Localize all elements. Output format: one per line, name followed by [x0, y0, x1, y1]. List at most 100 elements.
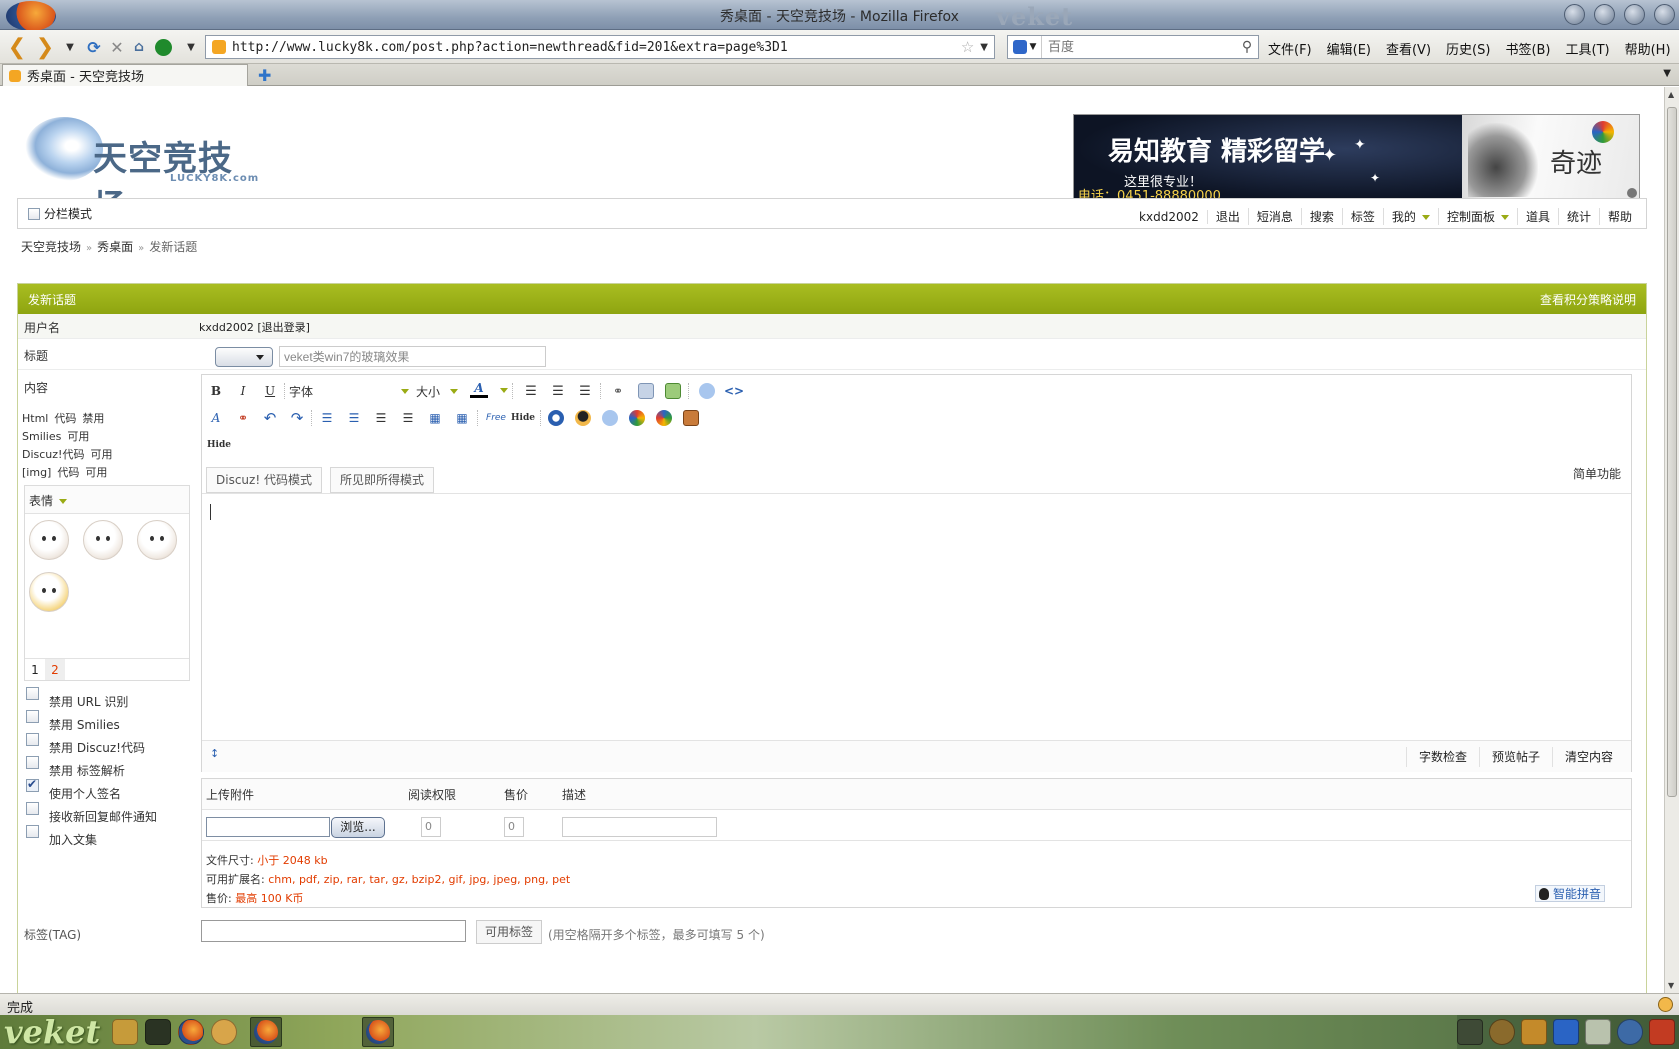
nav-mine[interactable]: 我的 — [1384, 208, 1439, 225]
simple-mode-link[interactable]: 简单功能 — [1573, 465, 1621, 482]
bookmark-star-icon[interactable]: ☆ — [961, 38, 974, 56]
tab-discuz-code-mode[interactable]: Discuz! 代码模式 — [206, 467, 322, 493]
option-disable-tags[interactable]: 禁用 标签解析 — [26, 756, 157, 781]
subject-type-select[interactable] — [215, 347, 273, 367]
resize-editor-icon[interactable]: ↕ — [210, 747, 219, 760]
smilies-page[interactable]: 1 — [25, 659, 45, 680]
flash-icon[interactable] — [548, 410, 564, 426]
align-left-icon[interactable]: ☰ — [523, 382, 539, 400]
menu-file[interactable]: 文件(F) — [1268, 39, 1312, 58]
file-path-input[interactable] — [206, 817, 330, 837]
font-family-select[interactable]: 字体 — [289, 382, 409, 400]
option-checkbox[interactable] — [26, 825, 39, 838]
site-logo[interactable]: 天空竞技场 LUCKY8K.com — [25, 117, 265, 228]
policy-link[interactable]: 查看积分策略说明 — [1540, 291, 1636, 308]
launcher-app-icon[interactable] — [112, 1019, 138, 1045]
indent-icon[interactable]: ☰ — [400, 409, 416, 427]
reload-icon[interactable]: ⟳ — [84, 35, 104, 59]
smiley-face-icon[interactable] — [29, 572, 69, 612]
stop-icon[interactable]: ✕ — [108, 35, 126, 59]
editor-textarea[interactable] — [202, 493, 1631, 741]
history-dropdown-icon[interactable]: ▼ — [62, 35, 78, 59]
unlink-icon[interactable]: ⚭ — [235, 409, 251, 427]
home-icon[interactable]: ⌂ — [130, 35, 148, 59]
breadcrumb-home[interactable]: 天空竞技场 — [21, 240, 81, 254]
tab-list-icon[interactable]: ▼ — [1663, 68, 1671, 79]
search-input[interactable] — [1042, 39, 1236, 55]
taskbar-window-firefox-2[interactable] — [362, 1017, 394, 1047]
adblock-icon[interactable] — [152, 35, 174, 59]
option-email-notify[interactable]: 接收新回复邮件通知 — [26, 802, 157, 827]
taskbar-brand[interactable]: veket — [4, 1013, 100, 1049]
option-checkbox[interactable] — [26, 777, 39, 792]
search-engine-selector[interactable]: ▼ — [1008, 36, 1042, 58]
smiley-face-icon[interactable] — [137, 520, 177, 560]
tab-current[interactable]: 秀桌面 - 天空竞技场 — [2, 64, 248, 86]
preview-button[interactable]: 预览帖子 — [1478, 746, 1552, 767]
tray-volume-icon[interactable] — [1585, 1019, 1611, 1045]
qq-icon[interactable] — [575, 410, 591, 426]
tab-wysiwyg-mode[interactable]: 所见即所得模式 — [329, 467, 434, 493]
tray-app-icon[interactable] — [1489, 1019, 1515, 1045]
option-disable-discuz[interactable]: 禁用 Discuz!代码 — [26, 733, 157, 758]
nav-search[interactable]: 搜索 — [1302, 208, 1343, 225]
float-right-icon[interactable]: ▦ — [454, 409, 470, 427]
window-close-icon[interactable] — [1654, 4, 1675, 25]
quote-icon[interactable] — [699, 383, 715, 399]
window-shade-icon[interactable] — [1564, 4, 1585, 25]
rm-media-icon[interactable] — [602, 410, 618, 426]
url-input[interactable] — [232, 39, 961, 55]
option-disable-url[interactable]: 禁用 URL 识别 — [26, 687, 157, 712]
taskbar-window-firefox[interactable] — [250, 1017, 282, 1047]
nav-username[interactable]: kxdd2002 — [1131, 209, 1208, 224]
outdent-icon[interactable]: ☰ — [373, 409, 389, 427]
new-tab-icon[interactable]: ✚ — [258, 66, 271, 85]
subject-input[interactable] — [279, 346, 546, 367]
option-checkbox[interactable] — [26, 802, 39, 815]
smiley-face-icon[interactable] — [29, 520, 69, 560]
option-checkbox[interactable] — [26, 687, 39, 700]
tray-temperature-icon[interactable] — [1553, 1019, 1579, 1045]
window-minimize-icon[interactable] — [1594, 4, 1615, 25]
free-button[interactable]: Free — [485, 409, 507, 427]
redo-icon[interactable]: ↷ — [289, 409, 305, 427]
nav-control-panel[interactable]: 控制面板 — [1439, 208, 1518, 225]
unordered-list-icon[interactable]: ☰ — [346, 409, 362, 427]
email-icon[interactable] — [638, 383, 654, 399]
launcher-files-icon[interactable] — [211, 1019, 237, 1045]
tag-input[interactable] — [201, 920, 466, 942]
available-tags-button[interactable]: 可用标签 — [476, 920, 542, 944]
nav-stats[interactable]: 统计 — [1559, 208, 1600, 225]
scroll-up-icon[interactable]: ▲ — [1668, 90, 1674, 99]
nav-help[interactable]: 帮助 — [1600, 208, 1632, 225]
page-scrollbar[interactable]: ▲ ▼ — [1664, 87, 1679, 993]
menu-tools[interactable]: 工具(T) — [1566, 39, 1610, 58]
forward-icon[interactable]: ❯ — [34, 35, 56, 60]
scroll-down-icon[interactable]: ▼ — [1668, 981, 1674, 990]
search-icon[interactable]: ⚲ — [1236, 39, 1258, 55]
menu-view[interactable]: 查看(V) — [1386, 39, 1431, 58]
ordered-list-icon[interactable]: ☰ — [319, 409, 335, 427]
menu-help[interactable]: 帮助(H) — [1625, 39, 1671, 58]
clear-content-button[interactable]: 清空内容 — [1551, 746, 1625, 767]
smiley-face-icon[interactable] — [83, 520, 123, 560]
link-icon[interactable]: ⚭ — [610, 382, 626, 400]
align-center-icon[interactable]: ☰ — [550, 382, 566, 400]
status-smiley-icon[interactable] — [1658, 997, 1673, 1012]
columns-mode-toggle[interactable]: 分栏模式 — [28, 205, 92, 222]
browse-button[interactable]: 浏览... — [331, 817, 385, 838]
ad-banner[interactable]: 易知教育 精彩留学 这里很专业！ 电话：0451-88880000 ✦ ✦ ✦ … — [1073, 114, 1640, 204]
columns-mode-checkbox[interactable] — [28, 207, 40, 220]
italic-button[interactable]: I — [235, 382, 251, 400]
bold-button[interactable]: B — [208, 382, 224, 400]
nav-tags[interactable]: 标签 — [1343, 208, 1384, 225]
menu-bookmarks[interactable]: 书签(B) — [1505, 39, 1550, 58]
option-checkbox[interactable] — [26, 756, 39, 769]
hand-icon[interactable] — [683, 410, 699, 426]
menu-edit[interactable]: 编辑(E) — [1327, 39, 1371, 58]
insert-image-icon[interactable] — [665, 383, 681, 399]
word-count-button[interactable]: 字数检查 — [1405, 746, 1479, 767]
dropdown-arrow-icon[interactable] — [500, 388, 508, 393]
tray-network-icon[interactable] — [1617, 1019, 1643, 1045]
option-checkbox[interactable] — [26, 733, 39, 746]
